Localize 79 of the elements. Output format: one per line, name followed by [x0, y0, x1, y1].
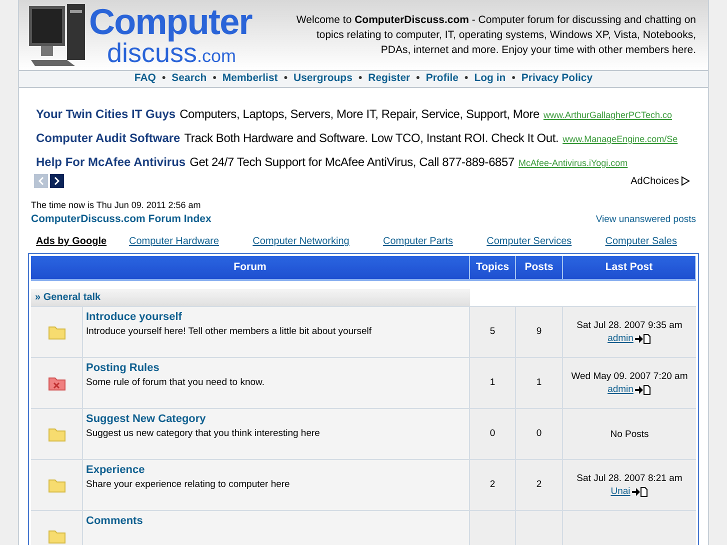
nav-separator: • [512, 71, 516, 86]
forum-description: Some rule of forum that you need to know. [86, 376, 266, 390]
ad-title-link[interactable]: Your Twin Cities IT Guys [36, 104, 176, 123]
nav-link[interactable]: Log in [474, 71, 506, 87]
forum-title-link[interactable]: Experience [86, 463, 466, 478]
nav-separator: • [212, 71, 216, 86]
author-link[interactable]: admin [608, 383, 634, 396]
nav-link[interactable]: FAQ [134, 71, 156, 87]
column-header: Last Post [563, 256, 696, 279]
forum-description: Suggest us new category that you think interesting here [86, 427, 321, 441]
forum-index-link[interactable]: ComputerDiscuss.com Forum Index [31, 212, 212, 228]
posts-count: 2 [536, 478, 542, 492]
posts-count: 1 [536, 376, 542, 390]
ad-category-link[interactable]: Computer Parts [382, 234, 454, 249]
logo-wordmark: Computer [89, 4, 252, 40]
nav-separator: • [162, 71, 166, 86]
ad-category-link[interactable]: Computer Networking [252, 234, 350, 249]
nav-separator: • [358, 71, 362, 86]
nav-separator: • [464, 71, 468, 86]
nav-link[interactable]: Usergroups [294, 71, 352, 87]
unanswered-posts-link[interactable]: View unanswered posts [596, 212, 696, 227]
topics-count: 1 [490, 376, 496, 390]
ad-url-link[interactable]: McAfee-Antivirus.iYogi.com [518, 156, 628, 170]
ad-text: Computers, Laptops, Servers, More IT, Repair, Service, Support, More [180, 106, 540, 123]
next-ad-button[interactable] [50, 174, 64, 188]
column-header: Forum [31, 256, 470, 279]
folder-icon [48, 528, 66, 544]
ad-category-link[interactable]: Computer Services [486, 234, 572, 249]
folder-icon [48, 477, 66, 493]
nav-separator: • [284, 71, 288, 86]
ad-category-link[interactable]: Computer Hardware [129, 234, 220, 249]
play-triangle-icon [681, 176, 690, 186]
author-link[interactable]: admin [608, 332, 634, 345]
adchoices-label: AdChoices [630, 174, 679, 189]
arrow-page-icon[interactable] [632, 486, 648, 496]
nav-link[interactable]: Privacy Policy [521, 71, 593, 87]
folder-icon [48, 426, 66, 442]
last-post-date: Sat Jul 28. 2007 9:35 am [576, 319, 682, 332]
forum-description: Share your experience relating to computer here [86, 478, 291, 492]
chevron-right-icon [54, 177, 60, 186]
nav-separator: • [416, 71, 420, 86]
ad-text: Track Both Hardware and Software. Low TCO, Instant ROI. Check It Out. [184, 130, 559, 147]
forum-description: Introduce yourself here! Tell other members a little bit about yourself [86, 325, 372, 339]
chevron-left-icon [38, 177, 44, 186]
welcome-text: Welcome to ComputerDiscuss.com - Computer forum for discussing and chatting on topics relating to computer, IT, operating systems, Windows XP, Vista, Notebooks, PDAs, internet and more. Enjoy your time with other members here. [295, 12, 697, 58]
ad-url-link[interactable]: www.ManageEngine.com/Se [562, 132, 678, 146]
arrow-page-icon[interactable] [635, 334, 652, 344]
author-link[interactable]: Unai [610, 485, 630, 498]
topics-count: 5 [490, 324, 496, 339]
nav-link[interactable]: Profile [426, 71, 459, 87]
forum-title-link[interactable]: Posting Rules [86, 361, 466, 376]
forum-title-link[interactable]: Suggest New Category [86, 412, 466, 427]
site-logo[interactable]: Computer discuss.com [27, 0, 257, 70]
ad-url-link[interactable]: www.ArthurGallagherPCTech.co [543, 108, 672, 122]
topics-count: 2 [490, 478, 496, 492]
nav-link[interactable]: Register [368, 71, 410, 87]
ad-title-link[interactable]: Computer Audit Software [36, 128, 180, 147]
current-time-text: The time now is Thu Jun 09. 2011 2:56 am [31, 198, 202, 212]
last-post-date: Sat Jul 28. 2007 8:21 am [576, 472, 682, 485]
forum-title-link[interactable]: Introduce yourself [86, 310, 466, 325]
ad-text: Get 24/7 Tech Support for McAfee AntiVirus, Call 877-889-6857 [190, 154, 514, 171]
arrow-page-icon[interactable] [635, 384, 652, 394]
folder-icon [48, 324, 66, 340]
forum-title-link[interactable]: Comments [86, 514, 466, 529]
posts-count: 9 [536, 324, 542, 339]
topics-count: 0 [490, 426, 496, 441]
ad-title-link[interactable]: Help For McAfee Antivirus [36, 152, 186, 171]
nav-link[interactable]: Search [172, 71, 207, 87]
category-header: » General talk [31, 289, 470, 306]
ads-by-google-label: Ads by Google [36, 235, 108, 249]
last-post-date: Wed May 09. 2007 7:20 am [571, 370, 688, 383]
adchoices-link[interactable]: AdChoices [630, 174, 690, 189]
nav-link[interactable]: Memberlist [222, 71, 278, 87]
column-header: Topics [470, 256, 516, 279]
column-header: Posts [516, 256, 563, 279]
no-posts-text: No Posts [610, 428, 649, 440]
posts-count: 0 [536, 426, 542, 441]
ad-category-link[interactable]: Computer Sales [605, 234, 677, 249]
locked-folder-icon [48, 375, 66, 391]
